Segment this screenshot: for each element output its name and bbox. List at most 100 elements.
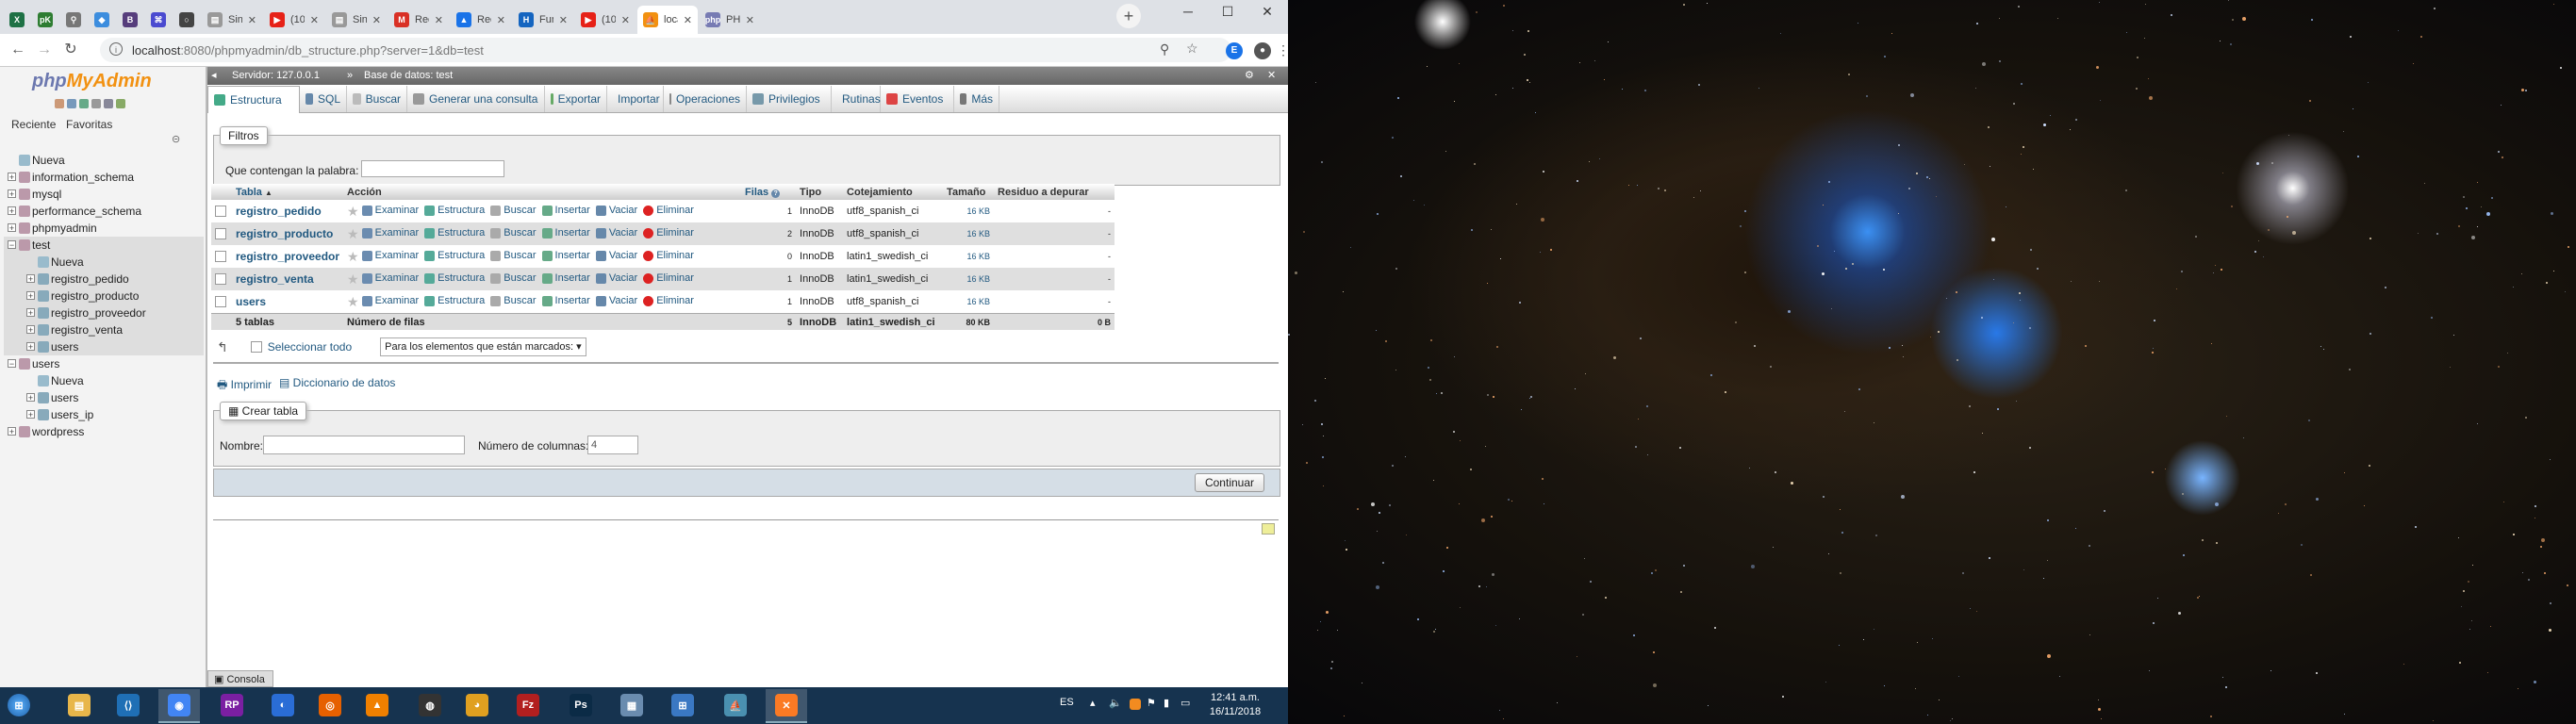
tree-item-table[interactable]: + users xyxy=(4,389,204,406)
favorite-star-icon[interactable]: ★ xyxy=(347,294,359,309)
expand-icon[interactable]: + xyxy=(8,173,16,182)
bookmark-star-icon[interactable]: ☆ xyxy=(1186,41,1198,57)
taskbar-app-app-docs[interactable]: ▦ xyxy=(611,689,652,721)
tab-favoritas[interactable]: Favoritas xyxy=(66,118,112,131)
console-toggle[interactable]: ▣ Consola xyxy=(207,670,273,687)
action-estructura[interactable]: Estructura xyxy=(424,227,485,239)
expand-icon[interactable]: + xyxy=(26,410,35,420)
action-insertar[interactable]: Insertar xyxy=(541,272,590,284)
continue-button[interactable]: Continuar xyxy=(1194,473,1264,492)
expand-icon[interactable]: + xyxy=(8,427,16,436)
tree-item-database[interactable]: + phpmyadmin xyxy=(4,220,204,237)
table-name-link[interactable]: registro_venta xyxy=(236,272,314,286)
tree-item-new[interactable]: Nueva xyxy=(4,372,204,389)
browser-tab[interactable]: B xyxy=(117,6,145,34)
page-settings-icon[interactable] xyxy=(1262,523,1275,535)
expand-icon[interactable]: + xyxy=(8,206,16,216)
taskbar-app-obs[interactable]: ◍ xyxy=(409,689,451,721)
menu-tab[interactable]: Rutinas xyxy=(832,86,881,112)
browser-tab[interactable]: ⌘ xyxy=(145,6,173,34)
menu-tab[interactable]: Estructura xyxy=(207,86,300,113)
tree-item-database[interactable]: + performance_schema xyxy=(4,203,204,220)
expand-icon[interactable]: + xyxy=(8,189,16,199)
site-info-icon[interactable]: i xyxy=(109,42,123,56)
collapse-icon[interactable]: − xyxy=(8,240,16,250)
action-insertar[interactable]: Insertar xyxy=(541,205,590,216)
tree-item-table[interactable]: + registro_pedido xyxy=(4,271,204,288)
print-link[interactable]: 🖶 Imprimir xyxy=(217,376,272,396)
breadcrumb-server[interactable]: Servidor: 127.0.0.1 xyxy=(232,67,320,85)
size-link[interactable]: 16 KB xyxy=(967,252,991,261)
with-selected-select[interactable]: Para los elementos que están marcados: ▾ xyxy=(380,337,586,356)
taskbar-app-filezilla[interactable]: Fz xyxy=(507,689,549,721)
header-table[interactable]: Tabla xyxy=(236,187,262,198)
network-icon[interactable]: ▮ xyxy=(1164,697,1169,709)
taskbar-app-app-color[interactable]: ◕ xyxy=(456,689,498,721)
expand-icon[interactable]: + xyxy=(8,223,16,233)
action-eliminar[interactable]: Eliminar xyxy=(643,250,694,261)
menu-tab[interactable]: Exportar xyxy=(545,86,607,112)
taskbar-app-app-net[interactable]: ⊞ xyxy=(662,689,703,721)
tree-item-table[interactable]: + users xyxy=(4,338,204,355)
tab-close-icon[interactable]: ✕ xyxy=(497,14,505,26)
action-examinar[interactable]: Examinar xyxy=(361,272,419,284)
menu-tab[interactable]: SQL xyxy=(300,86,347,112)
tab-close-icon[interactable]: ✕ xyxy=(310,14,319,26)
expand-icon[interactable]: + xyxy=(26,308,35,318)
start-button[interactable]: ⊞ xyxy=(2,689,36,721)
action-examinar[interactable]: Examinar xyxy=(361,205,419,216)
action-vaciar[interactable]: Vaciar xyxy=(595,250,637,261)
action-buscar[interactable]: Buscar xyxy=(490,295,537,306)
tree-item-table[interactable]: + users_ip xyxy=(4,406,204,423)
zoom-icon[interactable]: ⚲ xyxy=(1160,41,1169,58)
tab-close-icon[interactable]: ✕ xyxy=(684,14,692,26)
row-checkbox[interactable] xyxy=(215,206,226,218)
action-vaciar[interactable]: Vaciar xyxy=(595,205,637,216)
table-name-link[interactable]: users xyxy=(236,295,266,308)
new-tab-button[interactable]: + xyxy=(1116,4,1141,28)
table-name-link[interactable]: registro_producto xyxy=(236,227,333,240)
settings-icon[interactable] xyxy=(104,99,113,108)
favorite-star-icon[interactable]: ★ xyxy=(347,204,359,219)
action-eliminar[interactable]: Eliminar xyxy=(643,295,694,306)
menu-dots-icon[interactable]: ⋮ xyxy=(1277,42,1288,58)
select-all-checkbox[interactable] xyxy=(250,341,262,353)
system-clock[interactable]: 12:41 a.m. 16/11/2018 xyxy=(1199,691,1271,719)
favorite-star-icon[interactable]: ★ xyxy=(347,249,359,264)
menu-tab[interactable]: Eventos xyxy=(881,86,954,112)
browser-tab[interactable]: php PHP: ✕ xyxy=(700,6,760,34)
taskbar-app-firefox[interactable]: ◎ xyxy=(309,689,351,721)
maximize-icon[interactable]: ☐ xyxy=(1209,4,1247,20)
browser-tab[interactable]: ▤ Sin-tít ✕ xyxy=(202,6,262,34)
logout-icon[interactable] xyxy=(67,99,76,108)
row-checkbox[interactable] xyxy=(215,296,226,308)
tree-item-database[interactable]: − users xyxy=(4,355,204,372)
flag-icon[interactable]: ⚑ xyxy=(1147,697,1156,709)
collapse-arrow-icon[interactable]: ◂ xyxy=(211,67,217,85)
expand-icon[interactable]: + xyxy=(26,291,35,301)
tab-close-icon[interactable]: ✕ xyxy=(746,14,754,26)
browser-tab[interactable]: ⚲ xyxy=(60,6,89,34)
browser-tab[interactable]: ▤ Sin-tít ✕ xyxy=(326,6,387,34)
taskbar-app-xampp[interactable]: ✕ xyxy=(766,689,807,723)
tree-item-database[interactable]: + information_schema xyxy=(4,169,204,186)
address-bar[interactable]: i localhost:8080/phpmyadmin/db_structure… xyxy=(100,38,1231,62)
table-name-input[interactable] xyxy=(263,436,465,454)
browser-tab[interactable]: X xyxy=(4,6,32,34)
breadcrumb-database[interactable]: Base de datos: test xyxy=(364,67,453,85)
action-estructura[interactable]: Estructura xyxy=(424,250,485,261)
header-size[interactable]: Tamaño xyxy=(943,184,995,200)
table-name-link[interactable]: registro_proveedor xyxy=(236,250,339,263)
language-indicator[interactable]: ES xyxy=(1060,697,1074,708)
menu-tab[interactable]: Buscar xyxy=(347,86,407,112)
docs-icon[interactable] xyxy=(79,99,89,108)
sql-docs-icon[interactable] xyxy=(91,99,101,108)
action-examinar[interactable]: Examinar xyxy=(361,227,419,239)
favorite-star-icon[interactable]: ★ xyxy=(347,226,359,241)
taskbar-app-vscode[interactable]: ⟨⟩ xyxy=(107,689,149,721)
tab-close-icon[interactable]: ✕ xyxy=(372,14,381,26)
browser-tab[interactable]: ○ xyxy=(173,6,202,34)
action-buscar[interactable]: Buscar xyxy=(490,205,537,216)
browser-tab[interactable]: H Fundai ✕ xyxy=(513,6,573,34)
tray-expand-icon[interactable]: ▴ xyxy=(1090,697,1096,709)
